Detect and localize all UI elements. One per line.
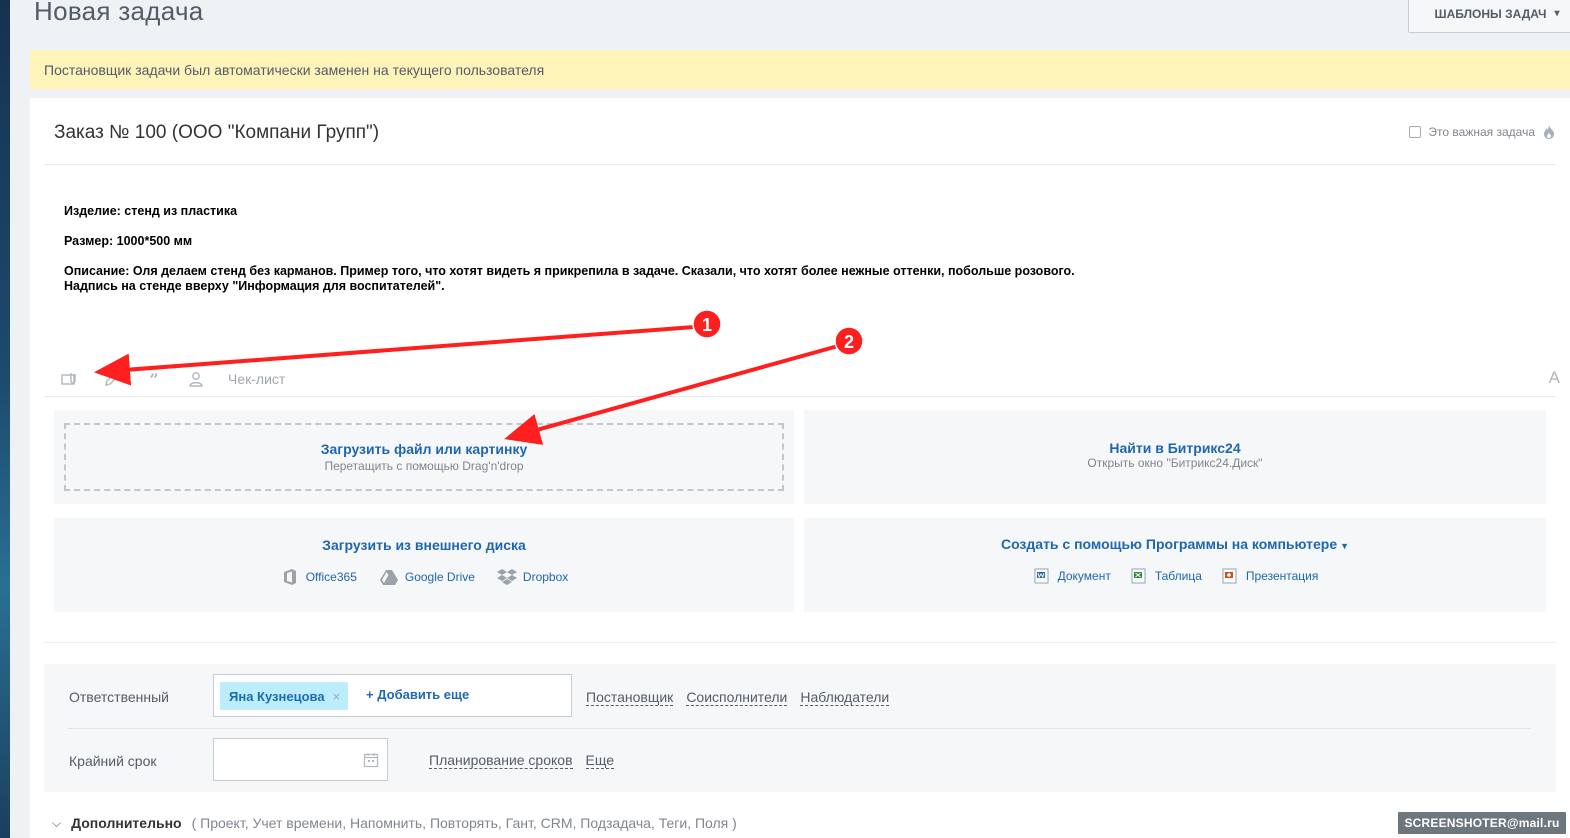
service-label: Google Drive bbox=[404, 570, 475, 584]
deadline-label: Крайний срок bbox=[69, 753, 157, 769]
doc-label: Презентация bbox=[1245, 569, 1319, 583]
divider bbox=[68, 728, 1531, 729]
caret-down-icon: ▼ bbox=[1340, 541, 1350, 551]
edit-icon[interactable] bbox=[102, 369, 122, 389]
calendar-icon[interactable] bbox=[363, 752, 379, 768]
observers-link[interactable]: Наблюдатели bbox=[800, 690, 890, 706]
deadline-links: Планирование сроков Еще bbox=[429, 753, 615, 769]
create-spreadsheet-link[interactable]: Таблица bbox=[1129, 566, 1202, 586]
chevron-down-icon: ▾ bbox=[1554, 8, 1560, 19]
important-checkbox[interactable] bbox=[1409, 126, 1422, 138]
word-document-icon bbox=[1034, 568, 1049, 584]
creator-link[interactable]: Постановщик bbox=[586, 690, 674, 706]
google-drive-link[interactable]: Google Drive bbox=[379, 567, 475, 587]
service-label: Office365 bbox=[305, 570, 357, 584]
more-link[interactable]: Еще bbox=[585, 753, 615, 769]
open-disk-hint: Открыть окно "Битрикс24.Диск" bbox=[1087, 456, 1263, 470]
task-description-editor[interactable]: Изделие: стенд из пластика Размер: 1000*… bbox=[64, 204, 1075, 294]
google-drive-icon bbox=[379, 570, 398, 585]
add-more-link[interactable]: + Добавить еще bbox=[366, 687, 469, 702]
remove-icon[interactable]: × bbox=[333, 689, 341, 704]
create-label: Создать с помощью Программы на компьютер… bbox=[1000, 536, 1338, 552]
important-label: Это важная задача bbox=[1428, 125, 1535, 139]
task-title-field[interactable]: Заказ № 100 (ООО "Компани Групп") bbox=[54, 122, 379, 144]
responsible-name: Яна Кузнецова bbox=[229, 688, 325, 704]
upload-file-link[interactable]: Загрузить файл или картинку bbox=[321, 441, 528, 457]
doc-label: Документ bbox=[1057, 569, 1111, 583]
person-icon[interactable] bbox=[186, 369, 206, 389]
responsible-selector[interactable]: Яна Кузнецова × + Добавить еще bbox=[213, 674, 572, 717]
quote-icon[interactable]: ” bbox=[144, 369, 164, 389]
deadline-input[interactable] bbox=[213, 738, 388, 781]
bitrix24-disk-panel[interactable]: Найти в Битрикс24 Открыть окно "Битрикс2… bbox=[804, 410, 1546, 504]
external-disk-link[interactable]: Загрузить из внешнего диска bbox=[322, 537, 526, 553]
screenshoter-watermark: SCREENSHOTER@mail.ru bbox=[1398, 812, 1566, 834]
templates-label: ШАБЛОНЫ ЗАДАЧ bbox=[1434, 6, 1547, 21]
desc-line: Размер: 1000*500 мм bbox=[64, 234, 193, 248]
task-settings-block: Ответственный Яна Кузнецова × + Добавить… bbox=[44, 664, 1556, 792]
create-with-program-link[interactable]: Создать с помощью Программы на компьютер… bbox=[1001, 536, 1349, 552]
page-title: Новая задача bbox=[34, 0, 204, 26]
file-dropzone[interactable]: Загрузить файл или картинку Перетащить с… bbox=[64, 423, 784, 491]
find-in-bitrix24-link[interactable]: Найти в Битрикс24 bbox=[1109, 440, 1240, 456]
responsible-label: Ответственный bbox=[69, 689, 169, 705]
desc-line: Изделие: стенд из пластика bbox=[64, 204, 238, 218]
desc-line: Описание: Оля делаем стенд без карманов.… bbox=[64, 264, 1075, 278]
divider bbox=[44, 642, 1556, 643]
time-planning-link[interactable]: Планирование сроков bbox=[429, 753, 573, 769]
additional-items: ( Проект, Учет времени, Напомнить, Повто… bbox=[191, 815, 737, 831]
dropbox-link[interactable]: Dropbox bbox=[496, 567, 569, 587]
task-form-card: Заказ № 100 (ООО "Компани Групп") Это ва… bbox=[30, 98, 1570, 838]
spreadsheet-icon bbox=[1131, 568, 1146, 584]
presentation-icon bbox=[1222, 568, 1237, 584]
attach-file-icon[interactable] bbox=[60, 369, 80, 389]
coexecutors-link[interactable]: Соисполнители bbox=[686, 690, 788, 706]
chevron-down-icon: ⌵ bbox=[52, 815, 62, 830]
office365-icon bbox=[283, 569, 296, 585]
dragdrop-hint: Перетащить с помощью Drag'n'drop bbox=[324, 459, 524, 473]
responsible-chip[interactable]: Яна Кузнецова × bbox=[220, 682, 349, 710]
role-links: Постановщик Соисполнители Наблюдатели bbox=[586, 690, 890, 706]
divider bbox=[44, 164, 1556, 165]
create-document-link[interactable]: Документ bbox=[1032, 566, 1111, 586]
upload-file-panel: Загрузить файл или картинку Перетащить с… bbox=[54, 410, 794, 504]
divider bbox=[44, 396, 1556, 397]
editor-toolbar: ” Чек-лист A bbox=[60, 364, 1560, 394]
service-label: Dropbox bbox=[522, 570, 569, 584]
external-disk-panel: Загрузить из внешнего диска Office365 Go… bbox=[54, 518, 794, 612]
notice-banner: Постановщик задачи был автоматически зам… bbox=[30, 50, 1570, 89]
font-format-button[interactable]: A bbox=[1549, 368, 1560, 388]
create-with-program-panel: Создать с помощью Программы на компьютер… bbox=[804, 518, 1546, 612]
office365-link[interactable]: Office365 bbox=[280, 567, 357, 587]
important-task-toggle[interactable]: Это важная задача bbox=[1409, 124, 1556, 140]
additional-section-toggle[interactable]: ⌵ Дополнительно ( Проект, Учет времени, … bbox=[52, 815, 737, 831]
checklist-button[interactable]: Чек-лист bbox=[228, 371, 285, 387]
task-templates-button[interactable]: ШАБЛОНЫ ЗАДАЧ ▾ bbox=[1408, 0, 1570, 33]
dropbox-icon bbox=[496, 569, 517, 585]
desc-line: Надпись на стенде вверху "Информация для… bbox=[64, 279, 445, 293]
create-presentation-link[interactable]: Презентация bbox=[1220, 566, 1319, 586]
fire-icon bbox=[1544, 125, 1554, 139]
additional-label: Дополнительно bbox=[71, 815, 182, 831]
doc-label: Таблица bbox=[1154, 569, 1202, 583]
desktop-background-strip bbox=[0, 0, 10, 838]
